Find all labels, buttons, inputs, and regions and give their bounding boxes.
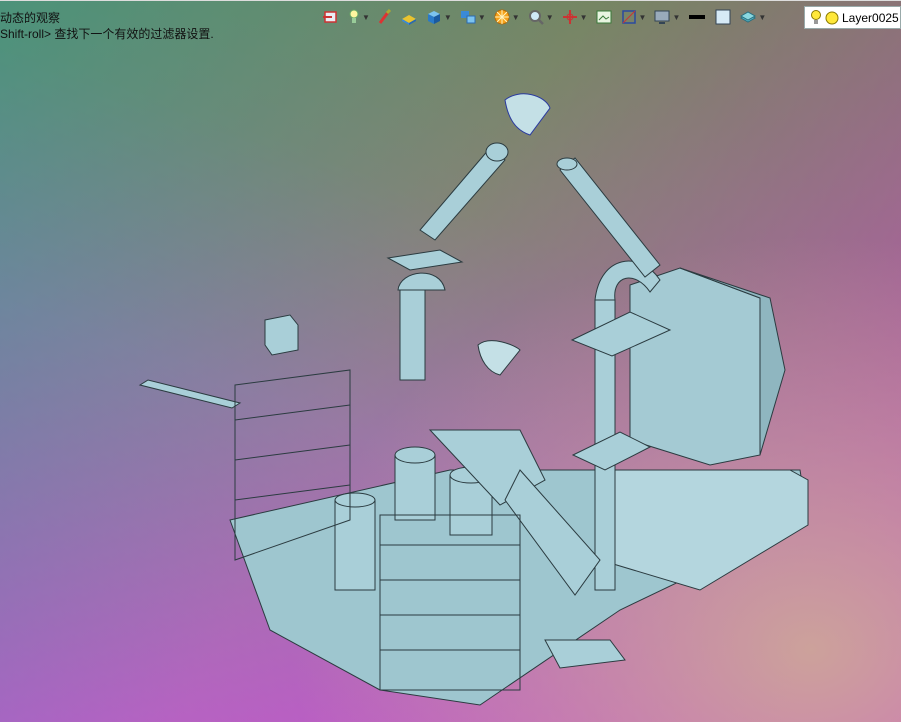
part-icon: [401, 15, 416, 25]
chevron-down-icon: ▼: [638, 12, 647, 22]
status-hint-line2: Shift-roll> 查找下一个有效的过滤器设置.: [0, 27, 214, 41]
front-bottom-plate: [544, 639, 626, 669]
orange-wheel-icon: [494, 9, 510, 25]
select-filter-button[interactable]: [377, 6, 393, 28]
view-toolbar: ▼ ▼ ▼ ▼ ▼ ▼ ▼ ▼ ▼: [322, 6, 773, 28]
left-frame-shelves: [234, 404, 351, 501]
light-button[interactable]: ▼: [347, 6, 370, 28]
status-hint-line1: 动态的观察: [0, 11, 61, 25]
control-box: [264, 314, 299, 356]
layer-name: Layer0025: [842, 10, 899, 25]
plant-3d-model[interactable]: [0, 0, 901, 722]
left-conveyor: [138, 379, 242, 409]
axis-icon: [562, 10, 577, 24]
box-icon: [427, 11, 440, 24]
section-button[interactable]: ▼: [620, 6, 647, 28]
line-color-button[interactable]: [687, 6, 707, 28]
fill-color-button[interactable]: [714, 6, 732, 28]
tank-left-top: [334, 492, 376, 508]
chevron-down-icon: ▼: [443, 12, 452, 22]
box-button[interactable]: ▼: [425, 6, 452, 28]
filter-box: [629, 267, 761, 466]
monitor-button[interactable]: ▼: [653, 6, 680, 28]
frame-button[interactable]: [595, 6, 613, 28]
display-mode-icon: [460, 11, 476, 24]
freeze-circle-icon: [825, 11, 839, 24]
layer-stack-icon: [740, 11, 757, 23]
right-duct-mouth: [556, 157, 578, 171]
axis-button[interactable]: ▼: [561, 6, 588, 28]
chevron-down-icon: ▼: [362, 12, 370, 22]
line-color-icon: [689, 15, 706, 19]
left-duct-mouth: [485, 142, 509, 162]
tank-left: [334, 499, 376, 591]
fill-color-icon: [715, 9, 731, 25]
magnifier-icon: [528, 10, 544, 25]
chevron-down-icon: ▼: [477, 12, 486, 22]
top-border: [0, 0, 901, 1]
chevron-down-icon: ▼: [672, 12, 681, 22]
section-icon: [621, 10, 636, 24]
left-upper-duct: [419, 147, 506, 241]
left-elbow: [397, 272, 446, 291]
layer-selector[interactable]: Layer0025: [804, 6, 901, 29]
view-orientation-button[interactable]: [322, 6, 340, 28]
layer-stack-button[interactable]: ▼: [739, 6, 766, 28]
select-filter-icon: [378, 8, 391, 24]
light-icon: [349, 9, 359, 23]
flange-plate-left: [386, 249, 464, 271]
top-hood: [504, 93, 551, 136]
display-mode-button[interactable]: ▼: [459, 6, 486, 28]
chevron-down-icon: ▼: [758, 12, 767, 22]
zoom-button[interactable]: ▼: [527, 6, 554, 28]
view-orientation-icon: [323, 11, 337, 23]
orange-wheel-button[interactable]: ▼: [493, 6, 520, 28]
chevron-down-icon: ▼: [511, 12, 520, 22]
frame-icon: [596, 10, 612, 24]
right-upper-duct: [559, 157, 661, 278]
side-hood: [477, 340, 521, 376]
chevron-down-icon: ▼: [545, 12, 554, 22]
bulb-icon: [811, 9, 821, 24]
left-riser-duct: [399, 289, 426, 381]
monitor-icon: [654, 10, 670, 24]
cyclone-1: [394, 454, 436, 521]
part-button[interactable]: [400, 6, 418, 28]
chevron-down-icon: ▼: [579, 12, 588, 22]
cyclone-1-top: [394, 446, 436, 464]
